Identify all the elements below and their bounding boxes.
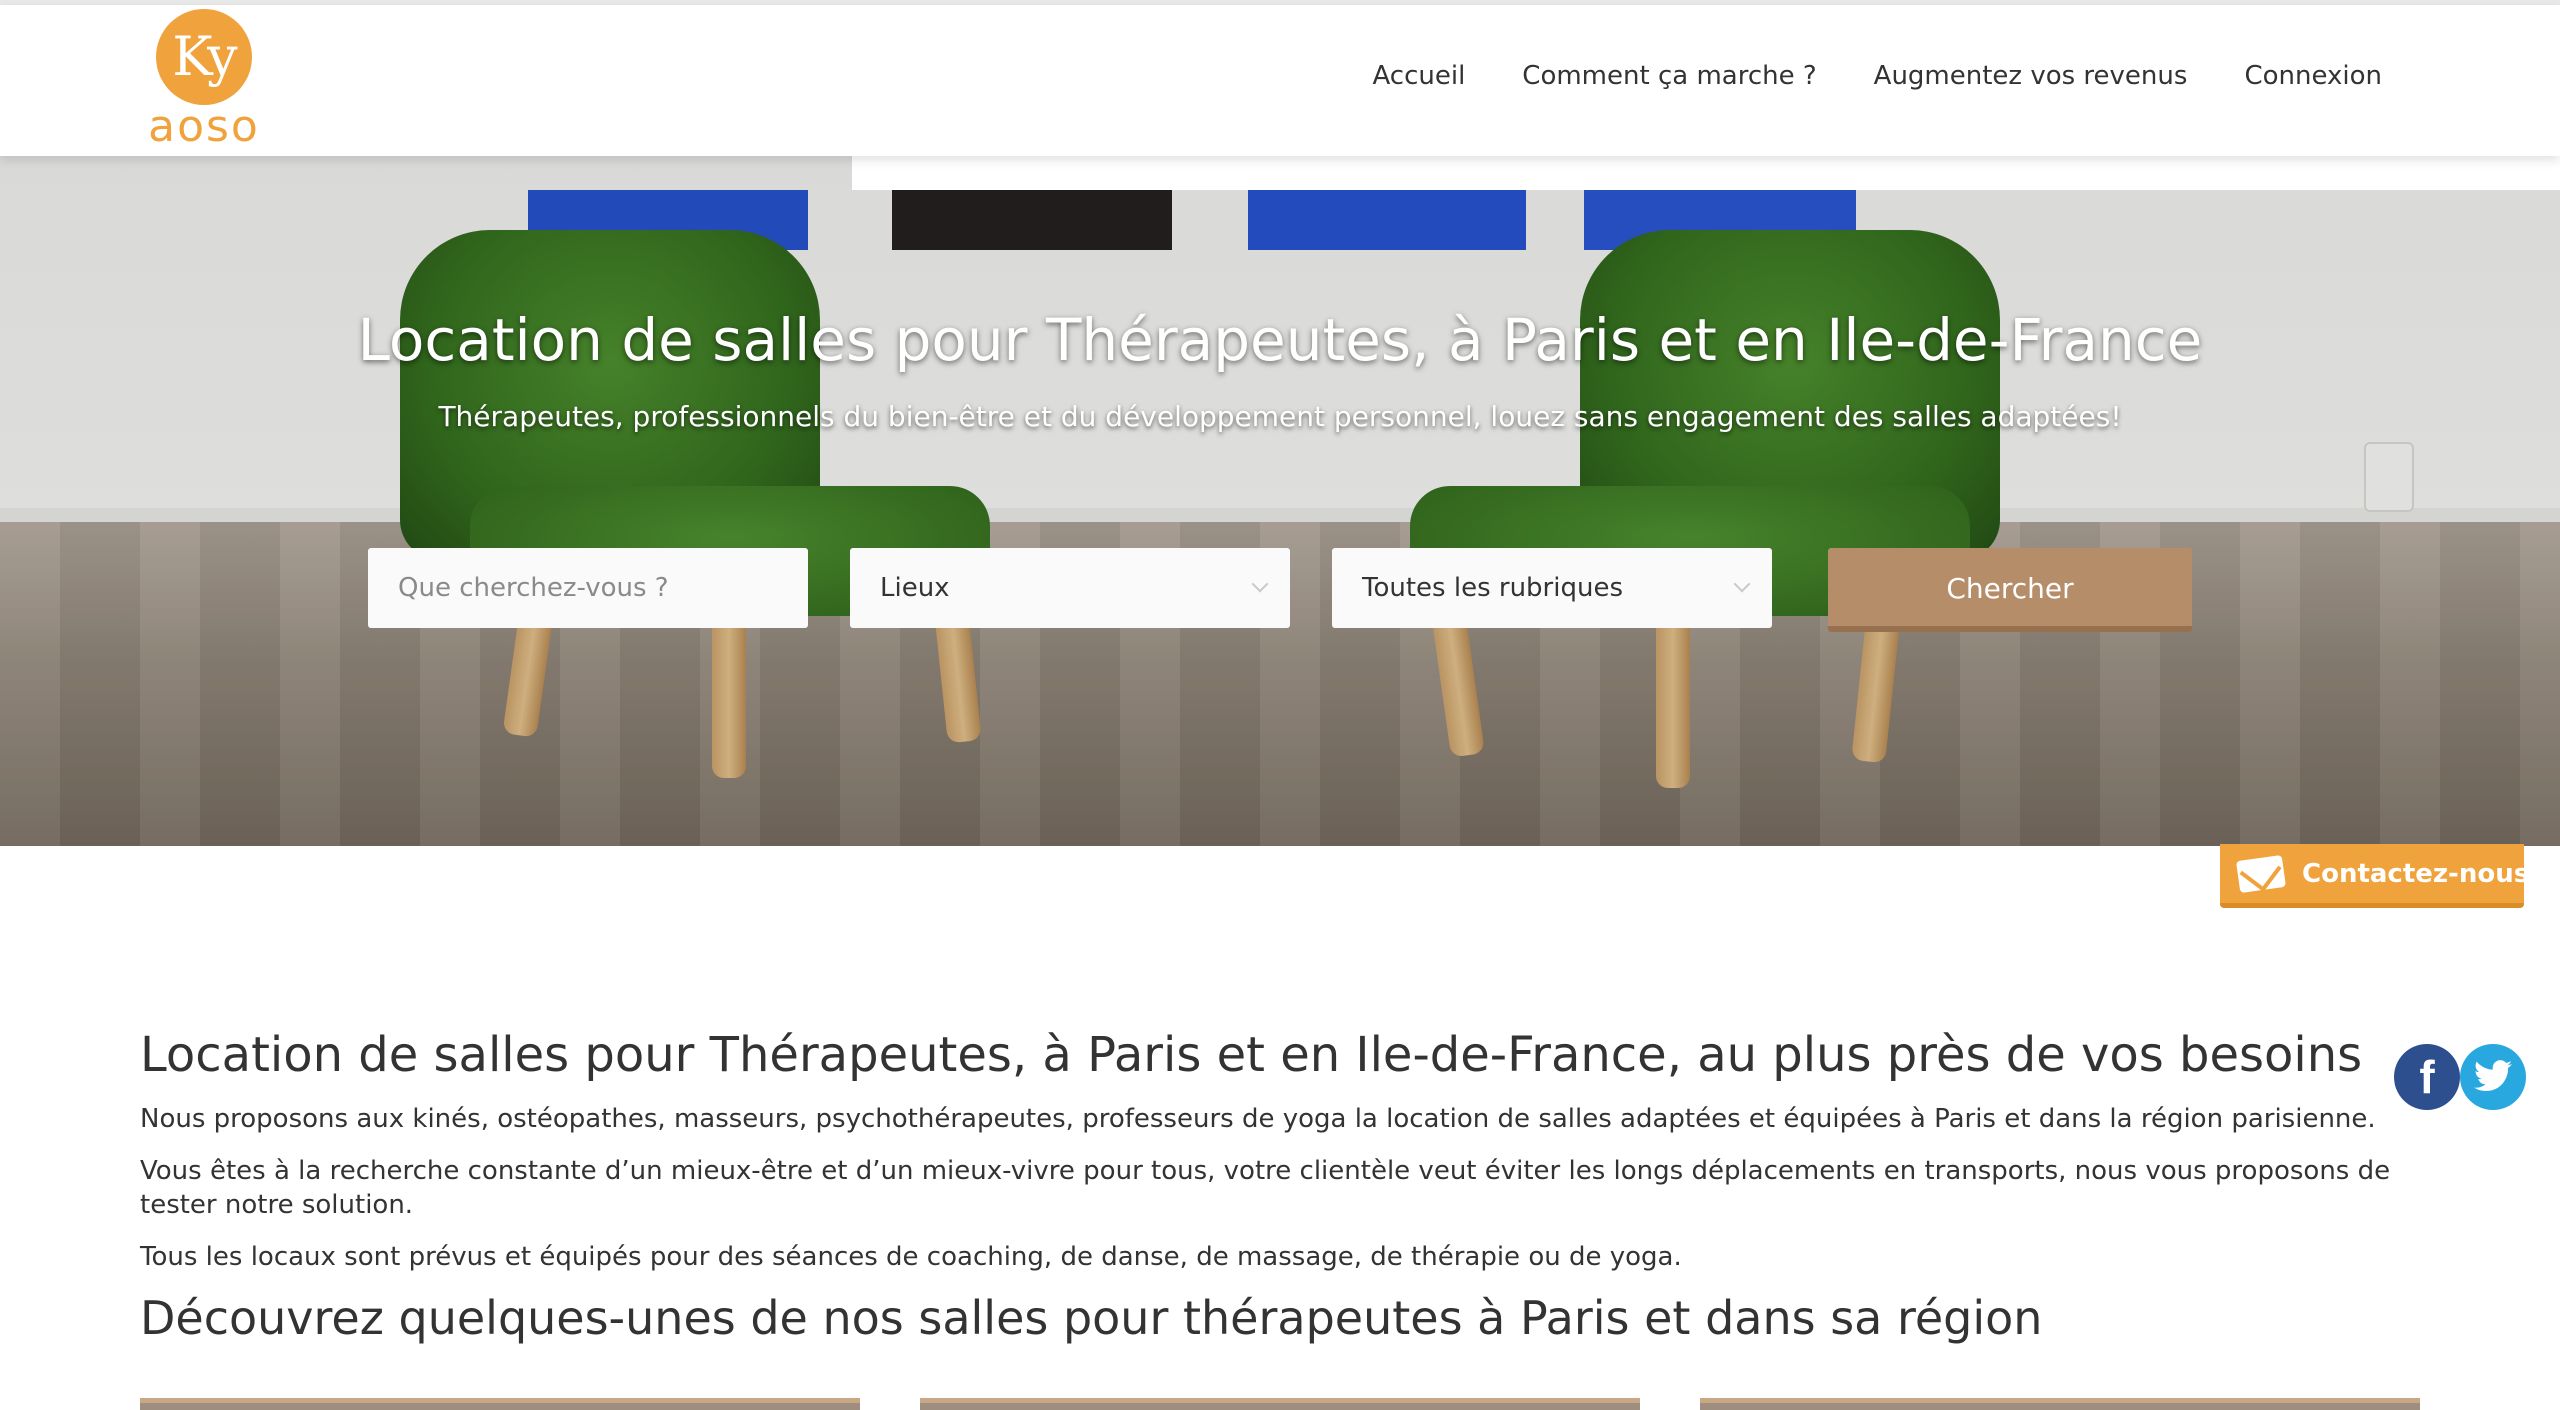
section-heading: Location de salles pour Thérapeutes, à P… xyxy=(140,1027,2363,1083)
nav-connexion[interactable]: Connexion xyxy=(2244,61,2382,91)
hero-overlay xyxy=(0,156,2560,846)
site-header: Ky aoso Accueil Comment ça marche ? Augm… xyxy=(0,5,2560,156)
main-nav: Accueil Comment ça marche ? Augmentez vo… xyxy=(1315,61,2382,91)
nav-augmentez-vos-revenus[interactable]: Augmentez vos revenus xyxy=(1874,61,2188,91)
location-select-value: Lieux xyxy=(880,573,950,603)
contact-button[interactable]: Contactez-nous xyxy=(2220,844,2529,908)
logo-mark-text: Ky xyxy=(172,25,237,88)
main-content: Location de salles pour Thérapeutes, à P… xyxy=(140,1020,2430,1348)
search-button[interactable]: Chercher xyxy=(1828,548,2192,632)
hero-title: Location de salles pour Thérapeutes, à P… xyxy=(357,306,2203,374)
intro-paragraph: Vous êtes à la recherche constante d’un … xyxy=(140,1156,2391,1220)
nav-accueil[interactable]: Accueil xyxy=(1372,61,1465,91)
page: Location de salles pour Thérapeutes, à P… xyxy=(0,0,2560,1410)
chevron-down-icon xyxy=(1733,575,1751,593)
rooms-heading: Découvrez quelques-unes de nos salles po… xyxy=(140,1291,2043,1345)
contact-label: Contactez-nous xyxy=(2302,859,2530,889)
nav-comment-ca-marche[interactable]: Comment ça marche ? xyxy=(1522,61,1816,91)
hero-banner: Location de salles pour Thérapeutes, à P… xyxy=(0,156,2560,846)
category-select-value: Toutes les rubriques xyxy=(1362,573,1623,603)
envelope-icon xyxy=(2235,854,2287,894)
room-card[interactable] xyxy=(1700,1398,2420,1410)
twitter-icon xyxy=(2474,1060,2512,1092)
hero-subtitle: Thérapeutes, professionnels du bien-être… xyxy=(438,400,2122,433)
logo[interactable]: Ky aoso xyxy=(144,9,274,149)
chevron-down-icon xyxy=(1251,575,1269,593)
intro-paragraph: Tous les locaux sont prévus et équipés p… xyxy=(140,1242,1682,1272)
room-card[interactable] xyxy=(920,1398,1640,1410)
intro-paragraph: Nous proposons aux kinés, ostéopathes, m… xyxy=(140,1104,2376,1134)
header-strip xyxy=(852,156,2560,190)
location-select[interactable]: Lieux xyxy=(850,548,1290,628)
category-select[interactable]: Toutes les rubriques xyxy=(1332,548,1772,628)
search-input[interactable]: Que cherchez-vous ? xyxy=(368,548,808,628)
room-card[interactable] xyxy=(140,1398,860,1410)
twitter-button[interactable] xyxy=(2460,1044,2526,1110)
logo-wordmark: aoso xyxy=(148,101,260,152)
